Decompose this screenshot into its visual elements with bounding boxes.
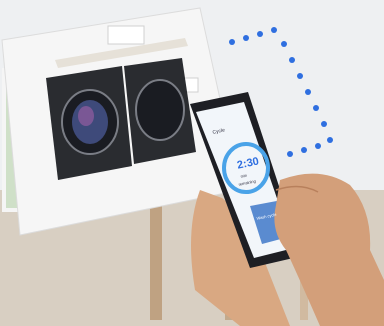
towel-basket (107, 25, 145, 45)
laundry-clothes (78, 106, 94, 126)
washer (46, 66, 132, 180)
product-scene: Cycle 2:30 min remaining Wash cycle (0, 0, 384, 326)
scene-illustration (0, 0, 384, 326)
chair-leg (150, 200, 162, 320)
dryer-door (135, 79, 185, 141)
